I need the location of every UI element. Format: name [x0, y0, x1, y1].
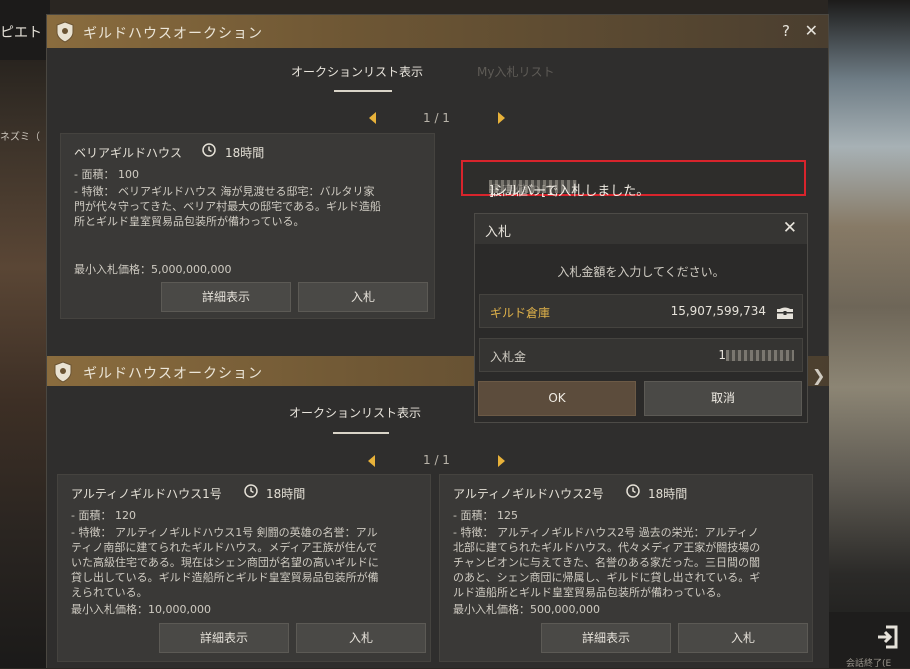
- guild-shield-icon: [55, 21, 75, 46]
- feature-line: のあと、シェン商団に帰属し、ギルドに貸し出されている。ギ: [453, 571, 761, 584]
- bid-prompt: 入札金額を入力してください。: [557, 265, 725, 279]
- exit-icon[interactable]: [876, 624, 900, 653]
- house-name: アルティノギルドハウス2号: [453, 487, 604, 501]
- guild-warehouse-field: ギルド倉庫 15,907,599,734: [479, 294, 803, 328]
- game-background-left: [0, 0, 50, 668]
- game-background-right: [828, 0, 910, 668]
- feature-line: 門が代々守ってきた、ベリア村最大の邸宅である。ギルド造船: [74, 200, 382, 213]
- detail-button[interactable]: 詳細表示: [541, 623, 671, 653]
- house-name: アルティノギルドハウス1号: [71, 487, 222, 501]
- npc-name-fragment: ピエト: [0, 25, 42, 41]
- feature-line: 北部に建てられたギルドハウス。代々メディア王家が闘技場の: [453, 541, 761, 554]
- tab-bar: オークションリスト表示 My入札リスト: [47, 55, 828, 95]
- guild-warehouse-label: ギルド倉庫: [490, 306, 551, 320]
- guild-shield-icon: [53, 361, 73, 386]
- tab-auction-list[interactable]: オークションリスト表示: [289, 404, 421, 421]
- guild-house-card: アルティノギルドハウス1号 18時間 - 面積： 120 - 特徴： アルティノ…: [57, 474, 431, 662]
- guild-house-card: アルティノギルドハウス2号 18時間 - 面積： 125 - 特徴： アルティノ…: [439, 474, 813, 662]
- active-tab-indicator: [334, 90, 392, 92]
- npc-label-fragment: ネズミ（: [0, 132, 40, 143]
- next-page-icon[interactable]: [498, 112, 505, 124]
- feature-line: ティノ南部に建てられたギルドハウス。メディア王族が住んで: [71, 541, 378, 554]
- bid-notice: 最高値の[1,]シルバーで入札しました。: [461, 160, 806, 199]
- minimum-bid-price: 最小入札価格：500,000,000: [453, 603, 600, 616]
- bid-amount-label: 入札金: [490, 350, 527, 364]
- help-button[interactable]: ?: [782, 22, 790, 40]
- bid-amount-value[interactable]: 1: [718, 348, 794, 362]
- remaining-time: 18時間: [648, 487, 688, 501]
- feature-line: - 特徴： アルティノギルドハウス2号 過去の栄光：アルティノ: [453, 526, 759, 539]
- guild-house-card: ベリアギルドハウス 18時間 - 面積： 100 - 特徴： ベリアギルドハウス…: [60, 133, 435, 319]
- feature-line: ルド造船所とギルド皇室貿易品包装所が備わっている。: [453, 586, 728, 599]
- clock-icon: [244, 484, 258, 501]
- house-area: - 面積： 100: [74, 168, 139, 181]
- active-tab-indicator: [333, 432, 389, 434]
- bid-button[interactable]: 入札: [298, 282, 428, 312]
- bid-amount-field[interactable]: 入札金 1: [479, 338, 803, 372]
- house-area: - 面積： 120: [71, 509, 136, 522]
- chevron-right-icon[interactable]: ❯: [812, 366, 825, 385]
- house-features: - 特徴： アルティノギルドハウス1号 剣闘の英雄の名誉：アル ティノ南部に建て…: [71, 525, 379, 600]
- page-indicator: 1 / 1: [423, 453, 450, 467]
- detail-button[interactable]: 詳細表示: [159, 623, 289, 653]
- feature-line: - 特徴： ベリアギルドハウス 海が見渡せる邸宅：バルタリ家: [74, 185, 375, 198]
- detail-button[interactable]: 詳細表示: [161, 282, 291, 312]
- feature-line: チャンピオンに与えてきた、名誉のある家だった。三日間の闇: [453, 556, 761, 569]
- bid-amount-prefix: 1: [718, 348, 726, 362]
- window-titlebar[interactable]: ギルドハウスオークション ? ✕: [47, 15, 828, 48]
- bid-button[interactable]: 入札: [678, 623, 808, 653]
- bid-dialog: 入札 ✕ 入札金額を入力してください。 ギルド倉庫 15,907,599,734…: [474, 213, 808, 423]
- minimum-bid-price: 最小入札価格：10,000,000: [71, 603, 211, 616]
- prev-page-icon[interactable]: [368, 455, 375, 467]
- house-name: ベリアギルドハウス: [74, 146, 183, 160]
- tab-auction-list[interactable]: オークションリスト表示: [291, 63, 423, 80]
- exit-conversation-label[interactable]: 会話終了(E: [846, 656, 891, 669]
- page-indicator: 1 / 1: [423, 111, 450, 125]
- window-title: ギルドハウスオークション: [83, 26, 263, 42]
- house-area: - 面積： 125: [453, 509, 518, 522]
- tab-my-bids[interactable]: My入札リスト: [477, 63, 554, 80]
- minimum-bid-price: 最小入札価格：5,000,000,000: [74, 263, 232, 276]
- bid-button[interactable]: 入札: [296, 623, 426, 653]
- remaining-time: 18時間: [266, 487, 306, 501]
- cancel-button[interactable]: 取消: [644, 381, 802, 416]
- feature-line: - 特徴： アルティノギルドハウス1号 剣闘の英雄の名誉：アル: [71, 526, 378, 539]
- feature-line: 貸し出している。ギルド造船所とギルド皇室貿易品包装所が備: [71, 571, 379, 584]
- guild-warehouse-balance: 15,907,599,734: [670, 304, 766, 318]
- close-button[interactable]: ✕: [783, 218, 797, 238]
- bid-dialog-header[interactable]: 入札 ✕: [475, 214, 807, 244]
- treasure-chest-icon: [776, 305, 794, 323]
- redacted-amount: [726, 350, 794, 361]
- window-title: ギルドハウスオークション: [83, 366, 263, 382]
- clock-icon: [202, 143, 216, 160]
- house-features: - 特徴： ベリアギルドハウス 海が見渡せる邸宅：バルタリ家 門が代々守ってきた…: [74, 184, 381, 229]
- next-page-icon[interactable]: [498, 455, 505, 467]
- clock-icon: [626, 484, 640, 501]
- remaining-time: 18時間: [225, 146, 265, 160]
- feature-line: 所とギルド皇室貿易品包装所が備わっている。: [74, 215, 305, 228]
- ok-button[interactable]: OK: [478, 381, 636, 416]
- feature-line: えられている。: [71, 586, 148, 599]
- bid-notice-suffix: ]シルバーで入札しました。: [489, 184, 650, 199]
- house-features: - 特徴： アルティノギルドハウス2号 過去の栄光：アルティノ 北部に建てられた…: [453, 525, 760, 600]
- bid-dialog-title: 入札: [485, 225, 512, 240]
- close-button[interactable]: ✕: [805, 21, 818, 40]
- feature-line: いた高級住宅である。現在はシェン商団が名望の高いギルドに: [71, 556, 379, 569]
- prev-page-icon[interactable]: [369, 112, 376, 124]
